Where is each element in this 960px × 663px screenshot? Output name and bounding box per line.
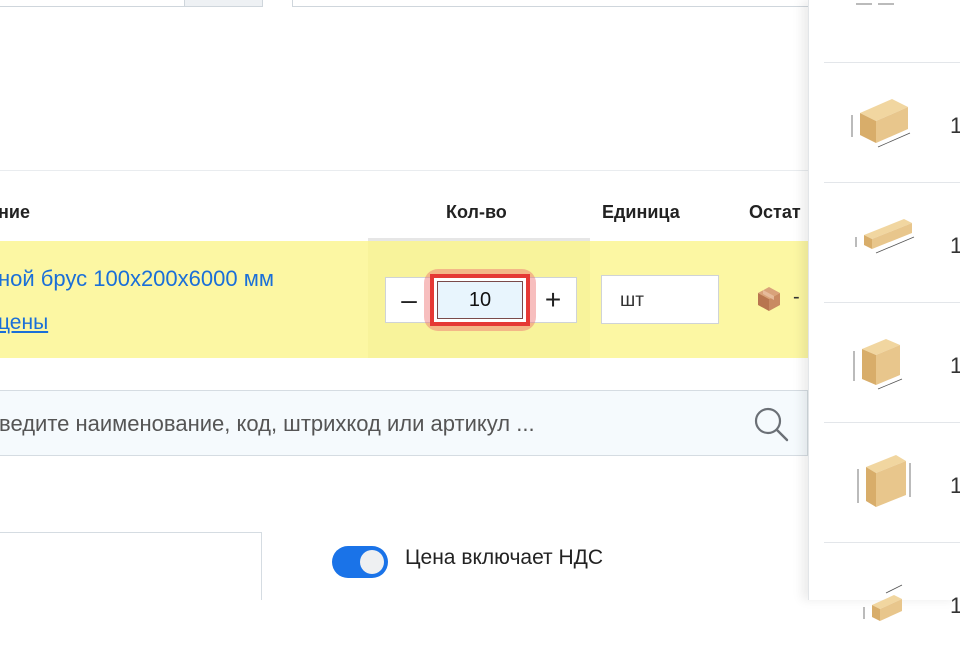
panel-item-number: 1 — [950, 473, 960, 498]
search-placeholder: ведите наименование, код, штрихкод или а… — [0, 411, 535, 436]
panel-list-item[interactable]: 1 — [824, 542, 960, 663]
product-name-link[interactable]: ной брус 100x200x6000 мм — [0, 266, 274, 292]
top-field[interactable] — [0, 0, 186, 7]
panel-list-item[interactable]: 1 — [824, 182, 960, 303]
increment-button[interactable]: + — [530, 278, 576, 322]
lumber-thumbnail — [855, 219, 915, 254]
product-search-field[interactable]: ведите наименование, код, штрихкод или а… — [0, 390, 808, 456]
vat-toggle-label: Цена включает НДС — [405, 546, 604, 569]
column-header-unit: Единица — [602, 202, 680, 222]
lumber-thumbnail — [863, 584, 903, 621]
panel-item-number: 1 — [950, 113, 960, 138]
panel-list-item[interactable]: 1 — [824, 302, 960, 423]
panel-item-number: 1 — [950, 353, 960, 378]
panel-list-item[interactable]: 1 — [824, 422, 960, 543]
top-field-secondary[interactable] — [292, 0, 808, 7]
box-icon — [758, 287, 780, 311]
lumber-thumbnail — [851, 99, 911, 148]
product-side-panel: 1 1 1 1 1 — [808, 0, 960, 621]
top-field-button[interactable] — [184, 0, 263, 7]
comment-field[interactable] — [0, 532, 262, 600]
panel-list-item[interactable]: 1 — [824, 62, 960, 183]
column-header-stock: Остат — [749, 202, 801, 222]
lumber-thumbnail — [857, 455, 911, 507]
lumber-thumbnail — [853, 339, 903, 390]
quantity-input[interactable] — [437, 281, 523, 319]
unit-select[interactable]: шт — [601, 275, 719, 324]
panel-item-number: 1 — [950, 233, 960, 258]
main-content: ние Кол-во Единица Остат ной брус 100x20… — [0, 0, 808, 600]
column-header-quantity: Кол-во — [446, 202, 507, 222]
vat-toggle[interactable] — [332, 546, 388, 578]
panel-item-number: 1 — [950, 593, 960, 618]
stock-value: - — [793, 286, 800, 308]
column-header-name: ние — [0, 202, 30, 222]
toggle-knob — [360, 550, 384, 574]
section-divider — [0, 170, 808, 171]
lumber-thumbnail — [856, 3, 894, 5]
panel-border — [808, 0, 809, 600]
search-icon[interactable] — [752, 405, 790, 443]
price-link[interactable]: цены — [0, 311, 48, 335]
